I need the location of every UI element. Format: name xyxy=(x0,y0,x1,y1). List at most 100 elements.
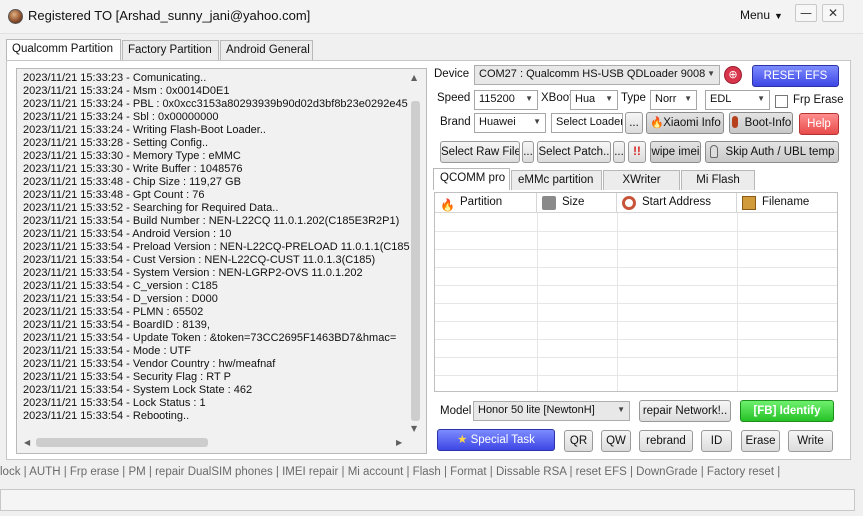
column-size[interactable]: Size xyxy=(537,193,617,213)
repair-network-button[interactable]: repair Network!.. xyxy=(639,400,731,422)
qr-button[interactable]: QR xyxy=(564,430,593,452)
lock-icon xyxy=(542,196,556,210)
patch-browse-button[interactable]: ... xyxy=(613,141,625,163)
app-logo-icon xyxy=(8,9,23,24)
table-row xyxy=(435,267,837,268)
log-line: 2023/11/21 15:33:54 - PLMN : 65502 xyxy=(23,306,204,318)
file-icon xyxy=(742,196,756,210)
log-line: 2023/11/21 15:33:54 - Rebooting.. xyxy=(23,410,190,422)
xiaomi-icon: 🔥 xyxy=(650,116,664,129)
star-icon: ★ xyxy=(457,434,468,446)
column-filename-label: Filename xyxy=(762,196,810,208)
menu-label: Menu xyxy=(740,8,771,22)
mode-value: EDL xyxy=(710,93,732,105)
loader-browse-button[interactable]: ... xyxy=(625,112,643,134)
boot-info-label: Boot-Info xyxy=(744,117,792,129)
log-horizontal-scroll-thumb[interactable] xyxy=(36,438,208,447)
log-line: 2023/11/21 15:33:48 - Gpt Count : 76 xyxy=(23,189,205,201)
scroll-up-icon[interactable]: ▲ xyxy=(411,73,417,82)
tab-qualcomm-partition[interactable]: Qualcomm Partition xyxy=(6,39,121,61)
skip-auth-label: Skip Auth / UBL temp xyxy=(725,146,835,158)
tab-mi-flash[interactable]: Mi Flash xyxy=(681,170,755,190)
table-row xyxy=(435,357,837,358)
erase-button[interactable]: Erase xyxy=(741,430,780,452)
xboot-select[interactable]: Hua ▼ xyxy=(570,90,618,110)
log-scroll-thumb[interactable] xyxy=(411,101,420,421)
brand-select[interactable]: Huawei ▼ xyxy=(474,113,546,133)
refresh-port-icon[interactable]: ⊕ xyxy=(724,66,742,84)
log-line: 2023/11/21 15:33:54 - Security Flag : RT… xyxy=(23,371,231,383)
frp-erase-label: Frp Erase xyxy=(793,94,844,106)
column-divider xyxy=(537,213,538,391)
column-start-address[interactable]: Start Address xyxy=(617,193,737,213)
partition-table[interactable]: 🔥 Partition Size Start Address Filename xyxy=(434,192,838,392)
table-row xyxy=(435,303,837,304)
log-line: 2023/11/21 15:33:54 - BoardID : 8139, xyxy=(23,319,210,331)
tab-android-general[interactable]: Android General xyxy=(220,40,313,60)
frp-erase-checkbox[interactable] xyxy=(775,95,788,108)
rebrand-button[interactable]: rebrand xyxy=(639,430,693,452)
log-line: 2023/11/21 15:33:54 - Vendor Country : h… xyxy=(23,358,276,370)
scroll-down-icon[interactable]: ▼ xyxy=(411,424,417,433)
raw-browse-button[interactable]: ... xyxy=(522,141,534,163)
help-button[interactable]: Help xyxy=(799,113,839,135)
column-partition[interactable]: 🔥 Partition xyxy=(435,193,537,213)
select-patch-button[interactable]: Select Patch.. xyxy=(537,141,611,163)
reset-efs-button[interactable]: RESET EFS xyxy=(752,65,839,87)
chevron-down-icon: ▼ xyxy=(757,94,765,103)
log-line: 2023/11/21 15:33:24 - Writing Flash-Boot… xyxy=(23,124,266,136)
log-line: 2023/11/21 15:33:54 - Build Number : NEN… xyxy=(23,215,400,227)
warning-button[interactable]: !! xyxy=(628,141,646,163)
scroll-right-icon[interactable]: ▶ xyxy=(396,438,402,447)
select-loader-field[interactable]: Select Loader xyxy=(551,113,623,133)
log-line: 2023/11/21 15:33:24 - Sbl : 0x00000000 xyxy=(23,111,219,123)
write-button[interactable]: Write xyxy=(788,430,833,452)
target-icon xyxy=(622,196,636,210)
log-line: 2023/11/21 15:33:24 - PBL : 0x0xcc3153a8… xyxy=(23,98,408,110)
log-line: 2023/11/21 15:33:54 - Update Token : &to… xyxy=(23,332,397,344)
column-filename[interactable]: Filename xyxy=(737,193,837,213)
tab-xwriter[interactable]: XWriter xyxy=(603,170,680,190)
model-select[interactable]: Honor 50 lite [NewtonH] ▼ xyxy=(473,401,630,421)
special-task-button[interactable]: ★ Special Task xyxy=(437,429,555,451)
table-row xyxy=(435,249,837,250)
main-tabs: Qualcomm Partition Factory Partition And… xyxy=(6,39,326,61)
column-divider xyxy=(737,213,738,391)
fb-identify-button[interactable]: [FB] Identify xyxy=(740,400,834,422)
chevron-down-icon: ▼ xyxy=(684,94,692,103)
log-line: 2023/11/21 15:33:23 - Comunicating.. xyxy=(23,72,207,84)
log-line: 2023/11/21 15:33:28 - Setting Config.. xyxy=(23,137,209,149)
select-raw-file-button[interactable]: Select Raw File xyxy=(440,141,520,163)
speed-label: Speed xyxy=(437,92,471,104)
boot-info-button[interactable]: Boot-Info xyxy=(729,112,793,134)
scroll-left-icon[interactable]: ◀ xyxy=(24,438,30,447)
brand-value: Huawei xyxy=(479,116,516,128)
mode-select[interactable]: EDL ▼ xyxy=(705,90,770,110)
device-label: Device xyxy=(434,68,470,80)
close-button[interactable]: ✕ xyxy=(822,4,844,22)
wipe-imei-button[interactable]: wipe imei xyxy=(650,141,701,163)
log-line: 2023/11/21 15:33:54 - C_version : C185 xyxy=(23,280,218,292)
log-line: 2023/11/21 15:33:54 - Mode : UTF xyxy=(23,345,191,357)
table-row xyxy=(435,375,837,376)
log-line: 2023/11/21 15:33:54 - Preload Version : … xyxy=(23,241,410,253)
type-select[interactable]: Norr ▼ xyxy=(650,90,697,110)
tab-qcomm-pro[interactable]: QCOMM pro xyxy=(433,168,510,190)
tab-factory-partition[interactable]: Factory Partition xyxy=(122,40,219,60)
menu-button[interactable]: Menu ▼ xyxy=(740,8,783,22)
column-size-label: Size xyxy=(562,196,585,208)
inner-tabs: QCOMM pro eMMc partition XWriter Mi Flas… xyxy=(433,168,763,190)
thermometer-icon xyxy=(710,145,718,158)
qw-button[interactable]: QW xyxy=(601,430,631,452)
log-output[interactable]: 2023/11/21 15:33:23 - Comunicating.. 2023… xyxy=(16,68,427,454)
id-button[interactable]: ID xyxy=(701,430,732,452)
speed-select[interactable]: 115200 ▼ xyxy=(474,90,538,110)
tab-emmc-partition[interactable]: eMMc partition xyxy=(511,170,602,190)
skip-auth-button[interactable]: Skip Auth / UBL temp xyxy=(705,141,839,163)
table-row xyxy=(435,231,837,232)
table-header: 🔥 Partition Size Start Address Filename xyxy=(435,193,837,213)
bootloader-icon xyxy=(732,116,738,128)
device-select[interactable]: COM27 : Qualcomm HS-USB QDLoader 9008 ▼ xyxy=(474,65,720,85)
log-line: 2023/11/21 15:33:30 - Memory Type : eMMC xyxy=(23,150,241,162)
minimize-button[interactable]: — xyxy=(795,4,817,22)
